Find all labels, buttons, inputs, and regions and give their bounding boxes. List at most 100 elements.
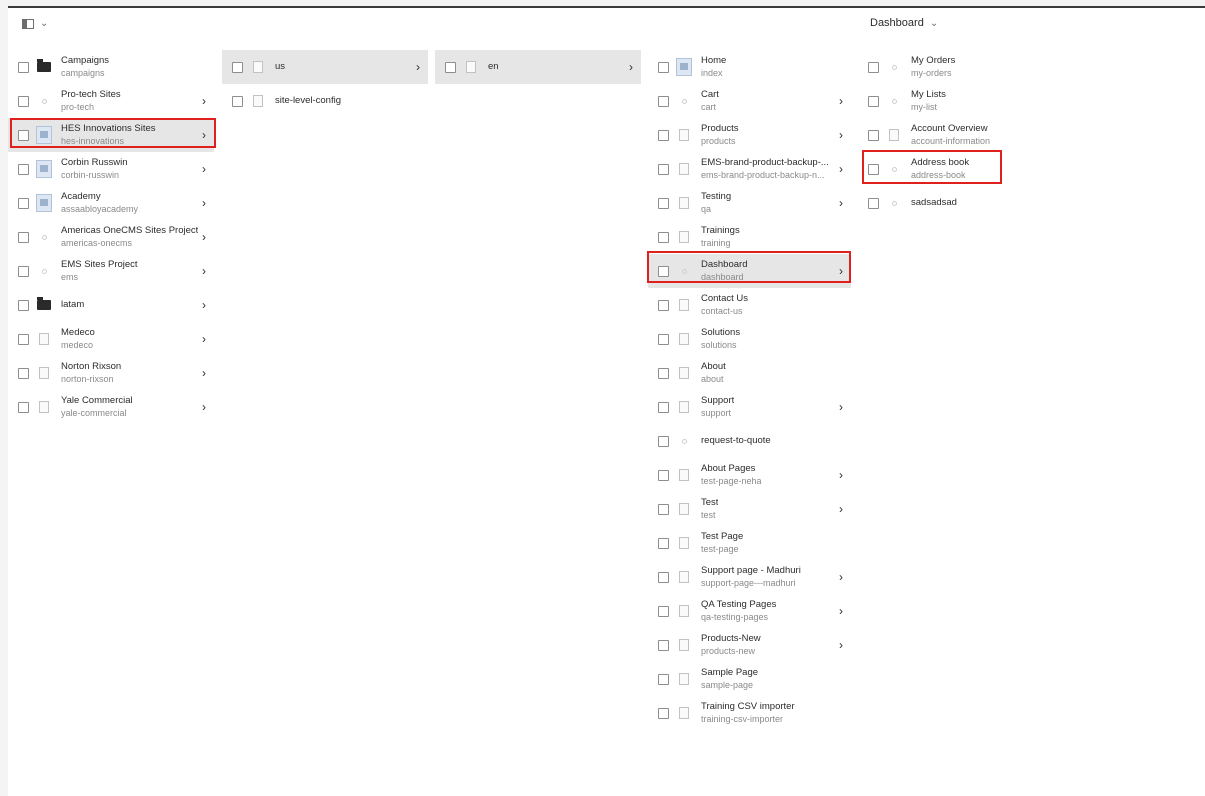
chevron-right-icon[interactable]: › <box>202 128 206 142</box>
list-item[interactable]: Solutions solutions <box>648 322 851 356</box>
list-item[interactable]: site-level-config <box>222 84 428 118</box>
list-item[interactable]: us › <box>222 50 428 84</box>
list-item[interactable]: Medeco medeco › <box>8 322 214 356</box>
checkbox[interactable] <box>658 605 669 617</box>
checkbox[interactable] <box>232 95 243 107</box>
list-item[interactable]: EMS-brand-product-backup-... ems-brand-pr… <box>648 152 851 186</box>
list-item[interactable]: Test test › <box>648 492 851 526</box>
checkbox[interactable] <box>658 673 669 685</box>
checkbox[interactable] <box>18 265 29 277</box>
checkbox[interactable] <box>658 707 669 719</box>
checkbox[interactable] <box>658 163 669 175</box>
checkbox[interactable] <box>658 61 669 73</box>
checkbox[interactable] <box>658 231 669 243</box>
checkbox[interactable] <box>658 503 669 515</box>
list-item[interactable]: latam › <box>8 288 214 322</box>
list-item[interactable]: My Orders my-orders <box>858 50 1058 84</box>
chevron-right-icon[interactable]: › <box>839 638 843 652</box>
chevron-right-icon[interactable]: › <box>629 60 633 74</box>
checkbox[interactable] <box>18 367 29 379</box>
checkbox[interactable] <box>18 231 29 243</box>
checkbox[interactable] <box>18 333 29 345</box>
list-item[interactable]: Contact Us contact-us <box>648 288 851 322</box>
list-item[interactable]: Campaigns campaigns <box>8 50 214 84</box>
chevron-right-icon[interactable]: › <box>839 468 843 482</box>
list-item[interactable]: Home index <box>648 50 851 84</box>
list-item[interactable]: sadsadsad <box>858 186 1058 220</box>
chevron-right-icon[interactable]: › <box>839 94 843 108</box>
list-item[interactable]: Training CSV importer training-csv-import… <box>648 696 851 730</box>
chevron-right-icon[interactable]: › <box>416 60 420 74</box>
chevron-right-icon[interactable]: › <box>202 298 206 312</box>
checkbox[interactable] <box>658 299 669 311</box>
list-item[interactable]: HES Innovations Sites hes-innovations › <box>8 118 214 152</box>
list-item[interactable]: Yale Commercial yale-commercial › <box>8 390 214 424</box>
list-item[interactable]: Academy assaabloyacademy › <box>8 186 214 220</box>
checkbox[interactable] <box>18 163 29 175</box>
chevron-right-icon[interactable]: › <box>202 230 206 244</box>
chevron-right-icon[interactable]: › <box>839 128 843 142</box>
chevron-right-icon[interactable]: › <box>839 502 843 516</box>
chevron-right-icon[interactable]: › <box>202 400 206 414</box>
chevron-right-icon[interactable]: › <box>202 332 206 346</box>
chevron-right-icon[interactable]: › <box>839 400 843 414</box>
checkbox[interactable] <box>18 95 29 107</box>
list-item[interactable]: Products products › <box>648 118 851 152</box>
checkbox[interactable] <box>658 537 669 549</box>
list-item[interactable]: Testing qa › <box>648 186 851 220</box>
list-item[interactable]: Trainings training <box>648 220 851 254</box>
checkbox[interactable] <box>18 61 29 73</box>
chevron-right-icon[interactable]: › <box>202 196 206 210</box>
checkbox[interactable] <box>868 163 879 175</box>
list-item[interactable]: Test Page test-page <box>648 526 851 560</box>
list-item[interactable]: About about <box>648 356 851 390</box>
checkbox[interactable] <box>868 61 879 73</box>
list-item[interactable]: Americas OneCMS Sites Project americas-on… <box>8 220 214 254</box>
list-item[interactable]: Sample Page sample-page <box>648 662 851 696</box>
checkbox[interactable] <box>658 571 669 583</box>
chevron-right-icon[interactable]: › <box>839 264 843 278</box>
checkbox[interactable] <box>868 95 879 107</box>
chevron-right-icon[interactable]: › <box>202 366 206 380</box>
list-item[interactable]: Support support › <box>648 390 851 424</box>
checkbox[interactable] <box>658 265 669 277</box>
chevron-right-icon[interactable]: › <box>839 604 843 618</box>
list-item[interactable]: My Lists my-list <box>858 84 1058 118</box>
view-switcher[interactable]: Dashboard ⌄ <box>870 17 938 29</box>
list-item[interactable]: About Pages test-page-neha › <box>648 458 851 492</box>
chevron-right-icon[interactable]: › <box>839 162 843 176</box>
list-item[interactable]: en › <box>435 50 641 84</box>
list-item[interactable]: Dashboard dashboard › <box>648 254 851 288</box>
checkbox[interactable] <box>658 435 669 447</box>
chevron-right-icon[interactable]: › <box>839 196 843 210</box>
checkbox[interactable] <box>658 95 669 107</box>
chevron-right-icon[interactable]: › <box>202 162 206 176</box>
checkbox[interactable] <box>18 299 29 311</box>
list-item[interactable]: Support page - Madhuri support-page---mad… <box>648 560 851 594</box>
checkbox[interactable] <box>18 197 29 209</box>
checkbox[interactable] <box>18 129 29 141</box>
list-item[interactable]: Norton Rixson norton-rixson › <box>8 356 214 390</box>
checkbox[interactable] <box>868 197 879 209</box>
list-item[interactable]: Products-New products-new › <box>648 628 851 662</box>
checkbox[interactable] <box>658 469 669 481</box>
chevron-right-icon[interactable]: › <box>839 570 843 584</box>
list-item[interactable]: EMS Sites Project ems › <box>8 254 214 288</box>
chevron-right-icon[interactable]: › <box>202 264 206 278</box>
list-item[interactable]: QA Testing Pages qa-testing-pages › <box>648 594 851 628</box>
checkbox[interactable] <box>658 639 669 651</box>
list-item[interactable]: Cart cart › <box>648 84 851 118</box>
checkbox[interactable] <box>868 129 879 141</box>
checkbox[interactable] <box>658 333 669 345</box>
checkbox[interactable] <box>658 197 669 209</box>
list-item[interactable]: Pro-tech Sites pro-tech › <box>8 84 214 118</box>
list-item[interactable]: Address book address-book <box>858 152 1058 186</box>
checkbox[interactable] <box>445 61 456 73</box>
checkbox[interactable] <box>658 129 669 141</box>
checkbox[interactable] <box>232 61 243 73</box>
checkbox[interactable] <box>658 401 669 413</box>
list-item[interactable]: Account Overview account-information <box>858 118 1058 152</box>
chevron-right-icon[interactable]: › <box>202 94 206 108</box>
list-item[interactable]: request-to-quote <box>648 424 851 458</box>
rail-toggle-button[interactable]: ⌄ <box>22 18 48 29</box>
